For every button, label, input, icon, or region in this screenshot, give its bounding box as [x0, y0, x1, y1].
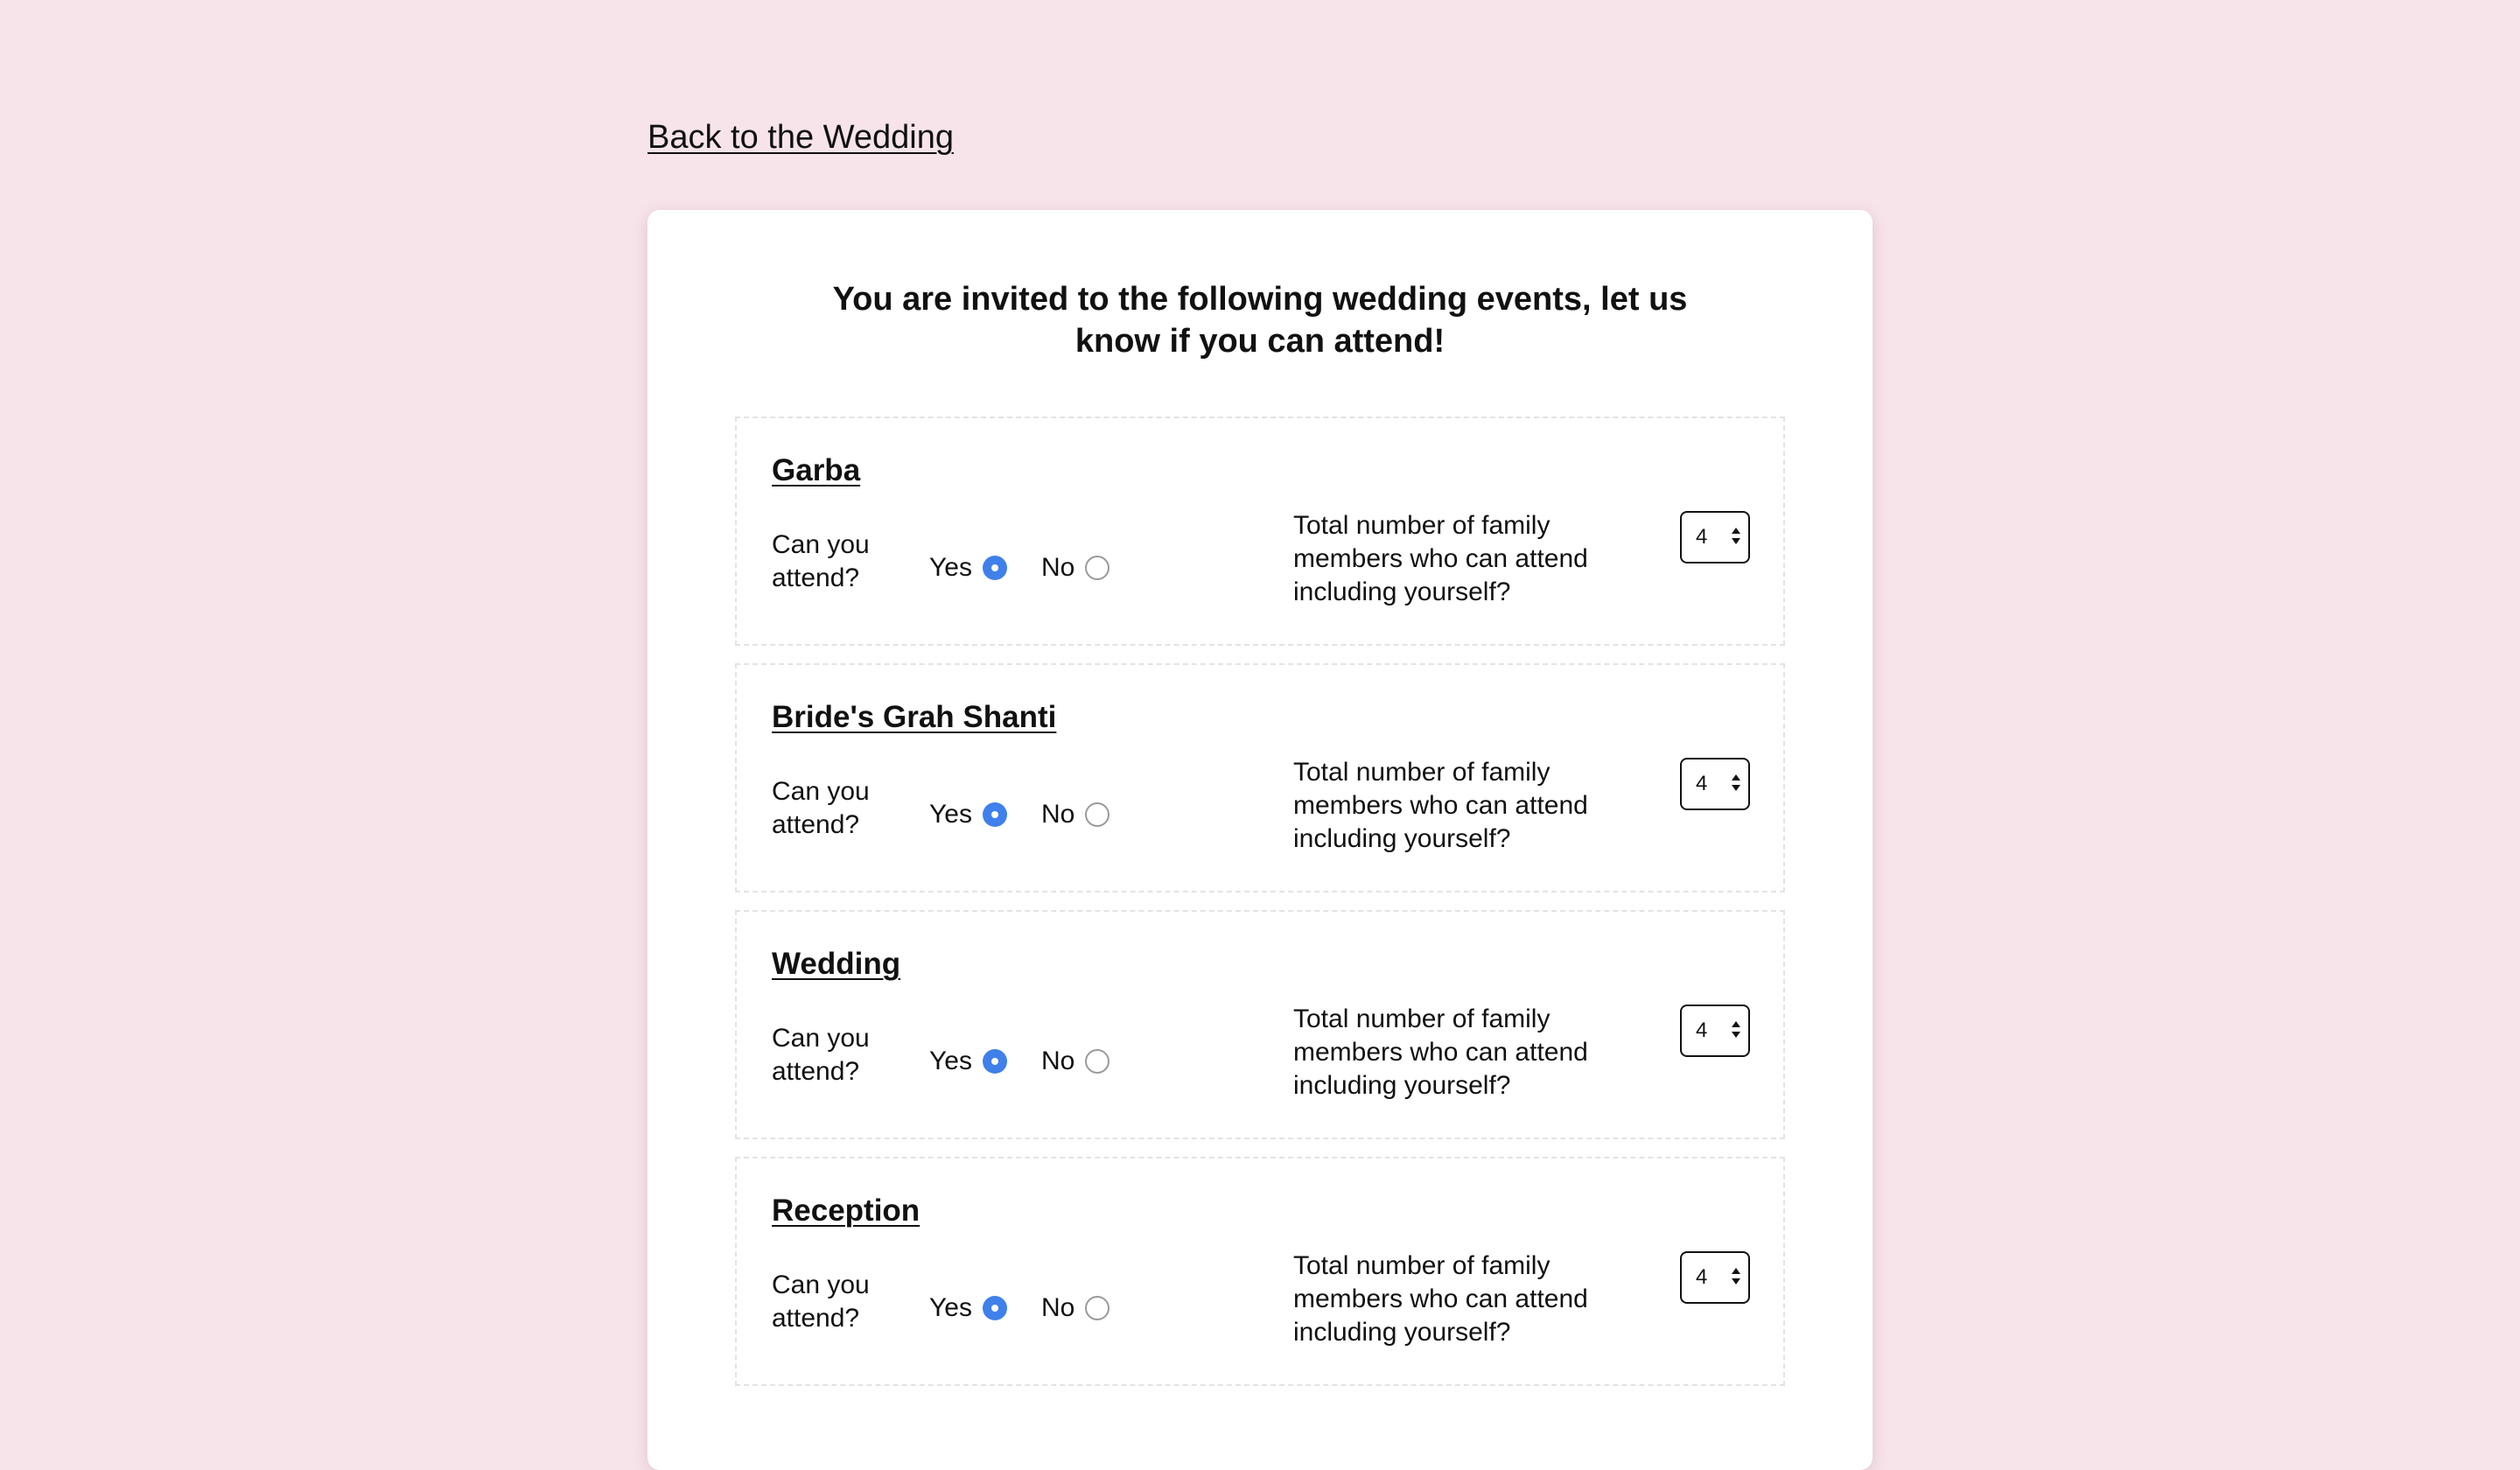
- yes-label: Yes: [929, 553, 972, 582]
- no-label: No: [1041, 553, 1075, 582]
- no-radio[interactable]: [1085, 556, 1110, 580]
- yes-radio[interactable]: [982, 802, 1007, 827]
- attend-yes-option[interactable]: Yes: [929, 1045, 1007, 1078]
- event-section-wedding: Wedding Can you attend? Yes No Total num…: [735, 910, 1785, 1139]
- attend-no-option[interactable]: No: [1041, 551, 1110, 584]
- event-title: Bride's Grah Shanti: [772, 700, 1057, 734]
- event-title: Garba: [772, 453, 861, 487]
- no-radio[interactable]: [1085, 802, 1110, 827]
- no-label: No: [1041, 800, 1075, 829]
- family-count-value: 4: [1696, 525, 1708, 549]
- event-section-reception: Reception Can you attend? Yes No Total n…: [735, 1157, 1785, 1386]
- no-radio[interactable]: [1085, 1049, 1110, 1074]
- event-section-brides-grah-shanti: Bride's Grah Shanti Can you attend? Yes …: [735, 663, 1785, 892]
- rsvp-card: You are invited to the following wedding…: [648, 210, 1872, 1470]
- attend-no-option[interactable]: No: [1041, 798, 1110, 831]
- yes-label: Yes: [929, 800, 972, 829]
- updown-arrows-icon: [1731, 773, 1741, 795]
- rsvp-heading: You are invited to the following wedding…: [832, 281, 1688, 360]
- attend-no-option[interactable]: No: [1041, 1292, 1110, 1325]
- attend-question: Can you attend?: [772, 777, 870, 839]
- no-radio[interactable]: [1085, 1296, 1110, 1320]
- attend-question: Can you attend?: [772, 1270, 870, 1333]
- attend-yes-option[interactable]: Yes: [929, 1292, 1007, 1325]
- count-question: Total number of family members who can a…: [1293, 1251, 1588, 1347]
- yes-radio[interactable]: [982, 1296, 1007, 1320]
- family-count-select[interactable]: 4: [1680, 1004, 1750, 1057]
- family-count-select[interactable]: 4: [1680, 1251, 1750, 1304]
- family-count-value: 4: [1696, 772, 1708, 795]
- count-question: Total number of family members who can a…: [1293, 758, 1588, 853]
- attend-question: Can you attend?: [772, 1024, 870, 1086]
- updown-arrows-icon: [1731, 526, 1741, 549]
- event-title: Wedding: [772, 947, 901, 981]
- yes-label: Yes: [929, 1293, 972, 1322]
- family-count-value: 4: [1696, 1265, 1708, 1289]
- back-to-wedding-link[interactable]: Back to the Wedding: [648, 119, 954, 157]
- yes-radio[interactable]: [982, 1049, 1007, 1074]
- family-count-select[interactable]: 4: [1680, 758, 1750, 810]
- yes-label: Yes: [929, 1046, 972, 1075]
- attend-yes-option[interactable]: Yes: [929, 551, 1007, 584]
- updown-arrows-icon: [1731, 1019, 1741, 1042]
- yes-radio[interactable]: [982, 556, 1007, 580]
- no-label: No: [1041, 1293, 1075, 1322]
- attend-question: Can you attend?: [772, 530, 870, 592]
- no-label: No: [1041, 1046, 1075, 1075]
- family-count-value: 4: [1696, 1018, 1708, 1042]
- event-section-garba: Garba Can you attend? Yes No Total numbe…: [735, 416, 1785, 646]
- event-title: Reception: [772, 1194, 920, 1228]
- count-question: Total number of family members who can a…: [1293, 1004, 1588, 1100]
- attend-no-option[interactable]: No: [1041, 1045, 1110, 1078]
- family-count-select[interactable]: 4: [1680, 511, 1750, 564]
- attend-yes-option[interactable]: Yes: [929, 798, 1007, 831]
- updown-arrows-icon: [1731, 1266, 1741, 1289]
- count-question: Total number of family members who can a…: [1293, 511, 1588, 606]
